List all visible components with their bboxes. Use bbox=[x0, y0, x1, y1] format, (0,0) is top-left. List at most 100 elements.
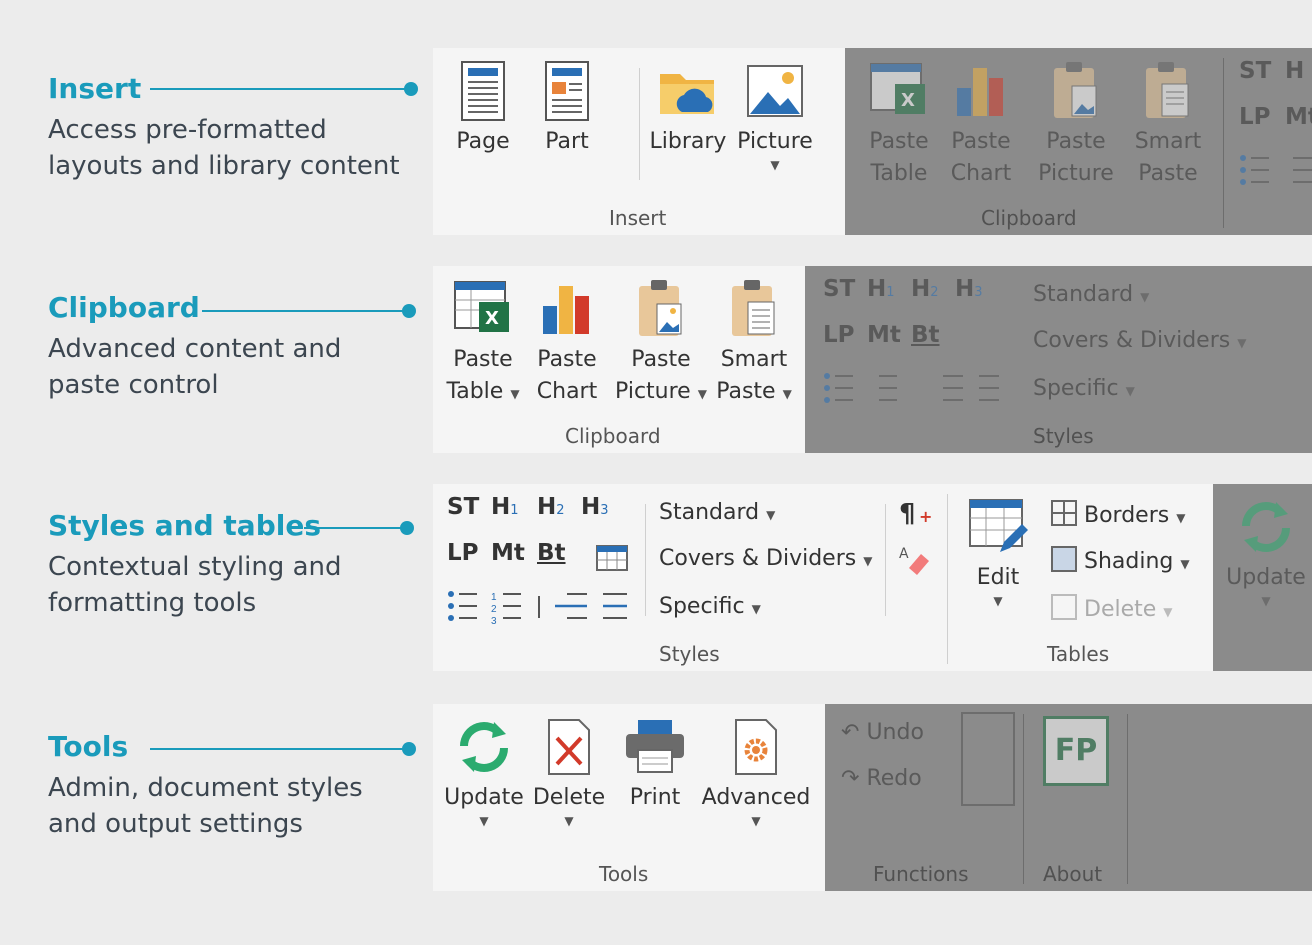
eraser-icon[interactable]: A bbox=[899, 542, 933, 576]
smart-paste-button[interactable]: Smart Paste ▼ bbox=[715, 278, 793, 408]
dropdown-caret: ▼ bbox=[751, 814, 761, 828]
history-dropdown-frame bbox=[961, 712, 1015, 806]
separator bbox=[639, 68, 640, 180]
group-label-tables: Tables bbox=[1047, 642, 1110, 666]
excel-table-icon: X bbox=[454, 281, 509, 332]
refresh-icon bbox=[460, 722, 508, 772]
group-label-styles: Styles bbox=[1033, 424, 1094, 448]
list-icons bbox=[1240, 155, 1312, 185]
clipboard-picture-icon bbox=[639, 280, 682, 336]
ribbon-tools: Update ▼ Delete ▼ Print Advanced ▼ Tools… bbox=[433, 704, 1312, 891]
button-label: Edit bbox=[976, 565, 1020, 590]
style-bt-button[interactable]: Bt bbox=[537, 540, 566, 566]
button-label: Library bbox=[649, 129, 727, 154]
svg-text:2: 2 bbox=[491, 604, 497, 615]
style-st: ST bbox=[1239, 58, 1272, 84]
redo-icon: ↷ bbox=[841, 766, 860, 791]
dropdown-caret: ▼ bbox=[770, 158, 780, 172]
picture-button[interactable]: Picture ▼ bbox=[735, 60, 815, 172]
list-indent-icons[interactable]: 123 bbox=[447, 588, 633, 624]
style-lp-button[interactable]: LP bbox=[447, 540, 479, 566]
style-h2-button[interactable]: H2 bbox=[537, 494, 565, 520]
callout-desc: Contextual styling and formatting tools bbox=[48, 552, 342, 618]
button-label: Delete bbox=[532, 785, 606, 810]
separator bbox=[885, 504, 886, 616]
leader-line-tools bbox=[150, 742, 416, 756]
button-label: Paste ▼ bbox=[716, 379, 792, 404]
edit-table-icon bbox=[969, 499, 1028, 552]
callout-clipboard: Clipboard Advanced content and paste cont… bbox=[48, 291, 341, 403]
style-h1-button[interactable]: H1 bbox=[491, 494, 519, 520]
svg-text:X: X bbox=[485, 308, 499, 329]
button-label: Print bbox=[629, 785, 681, 810]
style-covers-dropdown[interactable]: Covers & Dividers ▼ bbox=[659, 546, 872, 571]
edit-table-button[interactable]: Edit ▼ bbox=[963, 496, 1033, 608]
paste-picture-button[interactable]: Paste Picture ▼ bbox=[613, 278, 709, 408]
style-specific: Specific ▼ bbox=[1033, 376, 1135, 401]
style-st-button[interactable]: ST bbox=[447, 494, 479, 520]
advanced-button[interactable]: Advanced ▼ bbox=[697, 716, 815, 828]
borders-dropdown[interactable]: Borders ▼ bbox=[1051, 500, 1185, 528]
pilcrow-plus-icon[interactable]: ¶ + bbox=[899, 496, 933, 530]
button-label: Advanced bbox=[701, 785, 811, 810]
paste-table-button[interactable]: X Paste Table ▼ bbox=[445, 278, 521, 408]
button-label: Smart bbox=[720, 347, 788, 372]
update-button: Update ▼ bbox=[1223, 496, 1309, 608]
dimmed-region: ST H1 H2 H3 LP Mt Bt Standard ▼ Covers &… bbox=[805, 266, 1312, 453]
ribbon-clipboard: X Paste Table ▼ Paste Chart Paste Pictur… bbox=[433, 266, 1312, 453]
delete-table-icon bbox=[1051, 594, 1077, 620]
list-indent-icons bbox=[824, 373, 999, 403]
settings-document-icon bbox=[735, 719, 777, 775]
refresh-icon bbox=[1242, 502, 1290, 552]
leader-line-insert bbox=[150, 82, 418, 96]
group-label-insert: Insert bbox=[609, 206, 667, 230]
borders-icon bbox=[1051, 500, 1077, 526]
svg-text:A: A bbox=[899, 546, 909, 562]
style-specific-dropdown[interactable]: Specific ▼ bbox=[659, 594, 761, 619]
ribbon-styles: ST H1 H2 H3 LP Mt Bt 123 Standard ▼ Cove… bbox=[433, 484, 1312, 671]
style-st: ST bbox=[823, 276, 856, 302]
button-label: Paste bbox=[453, 347, 513, 372]
callout-styles: Styles and tables Contextual styling and… bbox=[48, 509, 342, 621]
style-mt-button[interactable]: Mt bbox=[491, 540, 525, 566]
style-standard: Standard ▼ bbox=[1033, 282, 1150, 307]
paste-chart-button: Paste Chart bbox=[949, 60, 1013, 190]
delete-table-dropdown[interactable]: Delete ▼ bbox=[1051, 594, 1173, 622]
button-label: Picture ▼ bbox=[615, 379, 707, 404]
bar-chart-icon bbox=[543, 286, 589, 334]
paste-chart-button[interactable]: Paste Chart bbox=[533, 278, 601, 408]
page-button[interactable]: Page bbox=[456, 60, 510, 158]
style-h3-button[interactable]: H3 bbox=[581, 494, 609, 520]
table-style-icon[interactable] bbox=[595, 544, 629, 572]
style-lp: LP bbox=[1239, 104, 1271, 130]
style-h: H bbox=[1285, 58, 1305, 84]
library-button[interactable]: Library bbox=[650, 60, 726, 158]
part-button[interactable]: Part bbox=[541, 60, 593, 158]
group-label-styles: Styles bbox=[659, 642, 720, 666]
callout-title: Styles and tables bbox=[48, 509, 321, 542]
svg-text:X: X bbox=[901, 90, 915, 111]
svg-text:1: 1 bbox=[491, 592, 497, 603]
leader-line-styles bbox=[304, 521, 414, 535]
style-bt: Bt bbox=[911, 322, 940, 348]
style-h2: H2 bbox=[911, 276, 939, 302]
dropdown-caret: ▼ bbox=[993, 594, 1003, 608]
callout-title: Clipboard bbox=[48, 291, 200, 324]
dimmed-region: ↶ Undo ↷ Redo FP Functions About bbox=[825, 704, 1312, 891]
group-label-clipboard: Clipboard bbox=[981, 206, 1077, 230]
button-label: Paste bbox=[631, 347, 691, 372]
button-label: Page bbox=[456, 129, 510, 154]
clipboard-document-icon bbox=[1146, 62, 1189, 118]
delete-button[interactable]: Delete ▼ bbox=[533, 716, 605, 828]
style-lp: LP bbox=[823, 322, 855, 348]
style-standard-dropdown[interactable]: Standard ▼ bbox=[659, 500, 775, 525]
paste-picture-button: Paste Picture bbox=[1031, 60, 1121, 190]
dropdown-caret: ▼ bbox=[479, 814, 489, 828]
shading-dropdown[interactable]: Shading ▼ bbox=[1051, 546, 1190, 574]
dimmed-region: Update ▼ bbox=[1213, 484, 1312, 671]
update-button[interactable]: Update ▼ bbox=[441, 716, 527, 828]
separator bbox=[645, 504, 646, 616]
separator bbox=[1223, 58, 1224, 228]
group-label-about: About bbox=[1043, 862, 1103, 886]
print-button[interactable]: Print bbox=[617, 716, 693, 814]
